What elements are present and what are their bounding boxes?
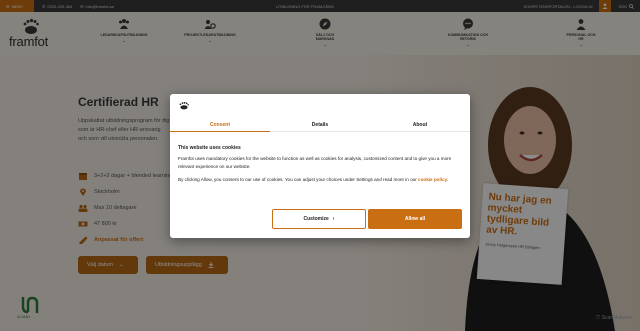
cookie-tabs: Consent Details About <box>170 120 470 132</box>
tab-about[interactable]: About <box>370 120 470 131</box>
tab-consent[interactable]: Consent <box>170 120 270 132</box>
cookie-policy-link[interactable]: cookie policy. <box>418 177 448 182</box>
cookie-text-1: Framfot uses mandatory cookies for the w… <box>178 156 452 169</box>
cookie-body: This website uses cookies Framfot uses m… <box>178 144 466 184</box>
foot-logo-icon <box>179 101 189 110</box>
allow-all-button[interactable]: Allow all <box>368 209 462 229</box>
button-label: Allow all <box>404 216 426 222</box>
button-label: Customize <box>303 216 329 222</box>
tab-details[interactable]: Details <box>270 120 370 131</box>
cookie-text-2-body: By clicking Allow, you consent to our us… <box>178 177 417 182</box>
cookie-text-2: By clicking Allow, you consent to our us… <box>178 176 466 184</box>
chevron-right-icon: › <box>332 216 335 222</box>
cookie-heading: This website uses cookies <box>178 145 241 151</box>
customize-button[interactable]: Customize › <box>272 209 366 229</box>
cookie-dialog: Consent Details About This website uses … <box>170 94 470 238</box>
